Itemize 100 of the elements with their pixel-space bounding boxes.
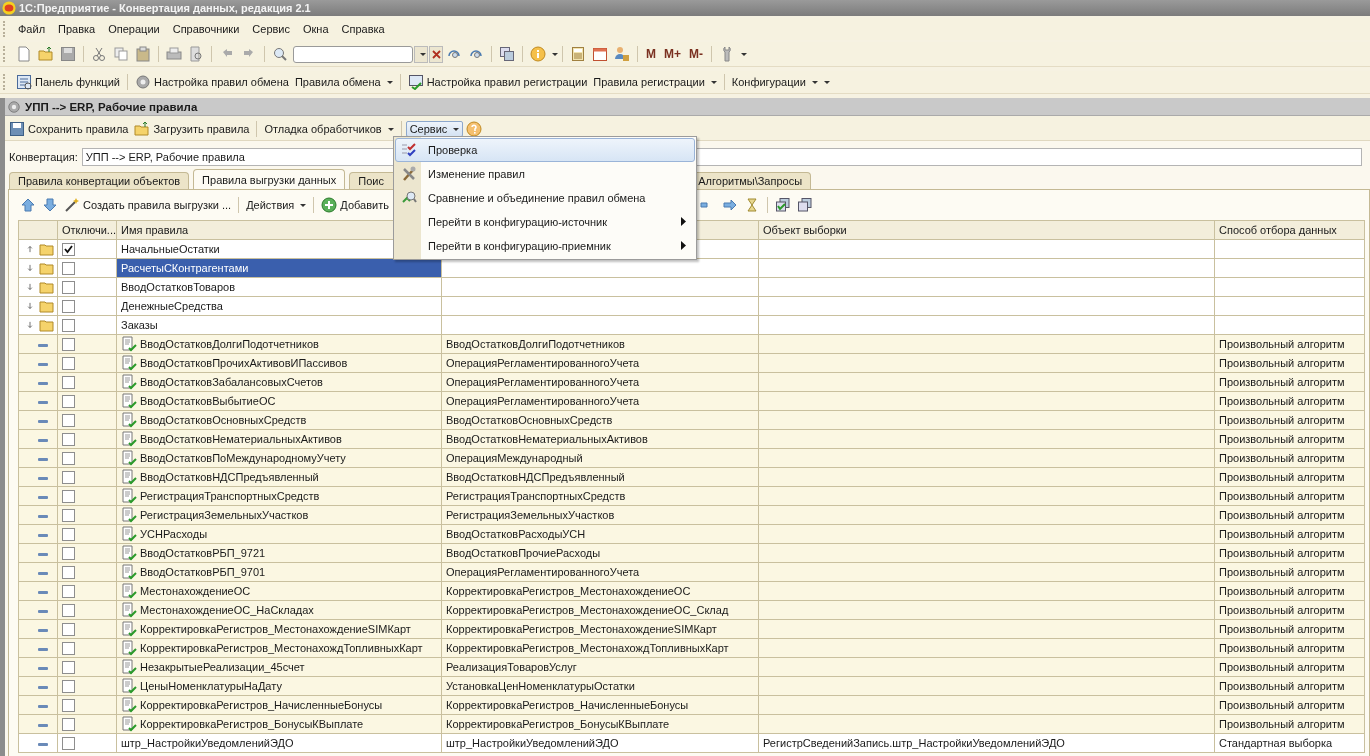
cell-text: ВводОстатковВыбытиеОС [140, 395, 276, 407]
toolbar-button[interactable]: Действия [243, 197, 310, 213]
cell-text: РегистрацияТранспортныхСредств [140, 490, 320, 502]
menu-item[interactable]: Проверка [395, 138, 695, 162]
checkbox[interactable] [62, 375, 75, 389]
search-field[interactable] [293, 45, 413, 63]
memory-button[interactable]: M- [685, 45, 707, 63]
button-label: Отладка обработчиков [264, 123, 382, 135]
memory-button[interactable]: M+ [660, 45, 685, 63]
checkbox[interactable] [62, 280, 75, 294]
document-check-icon [121, 640, 137, 656]
checkbox[interactable] [62, 432, 75, 446]
toolbar-button[interactable]: Загрузить правила [131, 119, 253, 139]
menu-label: Сравнение и объединение правил обмена [427, 192, 646, 204]
document-check-icon [121, 659, 137, 675]
app-logo-icon [2, 1, 16, 15]
tools-icon [401, 166, 417, 182]
cell-text: КорректировкаРегистров_МестонахождениеSIMКарт [140, 623, 411, 635]
menu-label: Изменение правил [427, 168, 525, 180]
button-label: Настройка правил обмена [153, 76, 289, 88]
toolbar-button[interactable]: Панель функций [13, 72, 123, 92]
checkbox[interactable] [62, 470, 75, 484]
cell-text: ВводОстатковПоМеждународномуУчету [140, 452, 346, 464]
folder-icon [134, 121, 151, 137]
memory-button[interactable]: M [642, 45, 660, 63]
checkbox[interactable] [62, 356, 75, 370]
cell-text: МестонахождениеОС [140, 585, 251, 597]
checkbox[interactable] [62, 489, 75, 503]
toolbar-button[interactable]: Правила обмена [291, 74, 396, 90]
checkbox[interactable] [62, 717, 75, 731]
checkbox[interactable] [62, 318, 75, 332]
checkbox[interactable] [62, 584, 75, 598]
cell-text: штр_НастройкиУведомленийЭДО [121, 737, 294, 750]
menu-item[interactable]: Сравнение и объединение правил обмена [395, 186, 695, 210]
button-label: Правила регистрации [593, 76, 705, 88]
checkbox[interactable] [62, 527, 75, 541]
caret-icon [419, 52, 426, 56]
checkbox[interactable] [62, 603, 75, 617]
button-label: Добавить [340, 199, 389, 211]
checkbox[interactable] [62, 679, 75, 693]
checkbox[interactable] [62, 242, 75, 256]
document-check-icon [121, 450, 137, 466]
toolbar-button[interactable]: Добавить [318, 195, 392, 215]
cell-text: ВводОстатковРБП_9721 [140, 547, 266, 559]
button-label: Действия [246, 199, 295, 211]
toolbar-button[interactable]: Настройка правил обмена [131, 72, 292, 92]
column-header[interactable]: Объект выборки [758, 220, 1215, 240]
cell-text: Заказы [121, 319, 158, 332]
toolbar-button[interactable]: Правила регистрации [590, 74, 720, 90]
checkbox[interactable] [62, 546, 75, 560]
column-header[interactable]: Отключи... [57, 220, 117, 240]
cell-text: МестонахождениеОС_НаСкладах [140, 604, 314, 616]
toolbar-button[interactable]: Сервис [405, 121, 464, 137]
checkbox[interactable] [62, 698, 75, 712]
menu-item[interactable]: Окна [298, 21, 334, 37]
toolbar-button[interactable]: Отладка обработчиков [261, 121, 397, 137]
toolbar-button[interactable]: Настройка правил регистрации [404, 72, 591, 92]
document-check-icon [121, 545, 137, 561]
tab[interactable]: Правила выгрузки данных [193, 169, 346, 189]
toolbar-button[interactable]: Создать правила выгрузки ... [61, 195, 235, 215]
button-label: Настройка правил регистрации [426, 76, 588, 88]
menu-item[interactable]: Файл [13, 21, 51, 37]
menu-item[interactable]: Справка [336, 21, 390, 37]
checkbox[interactable] [62, 261, 75, 275]
checkbox[interactable] [62, 565, 75, 579]
clear-button[interactable] [429, 45, 443, 63]
toolbar-button[interactable]: Сохранить правила [6, 119, 132, 139]
button-label: Сохранить правила [28, 123, 129, 135]
button-label: Правила обмена [294, 76, 381, 88]
toolbar-button[interactable]: Конфигурации [728, 74, 821, 90]
button-label: Загрузить правила [153, 123, 250, 135]
checkbox[interactable] [62, 641, 75, 655]
cell-text: ВводОстатковОсновныхСредств [140, 414, 307, 426]
column-header[interactable]: Способ отбора данных [1214, 220, 1365, 240]
menu-item[interactable]: Справочники [167, 21, 245, 37]
cell-text: РасчетыСКонтрагентами [121, 262, 249, 275]
close-icon [431, 49, 441, 59]
checkbox[interactable] [62, 622, 75, 636]
menu-item[interactable]: Операции [103, 21, 165, 37]
cell-text: НезакрытыеРеализации_45счет [140, 661, 305, 673]
document-check-icon [121, 469, 137, 485]
checkbox[interactable] [62, 299, 75, 313]
gear-icon [134, 74, 151, 90]
info-icon[interactable] [527, 44, 549, 64]
cell-text: КорректировкаРегистров_БонусыКВыплате [140, 718, 364, 730]
checkbox[interactable] [62, 394, 75, 408]
add-icon [321, 197, 338, 213]
checkbox[interactable] [62, 451, 75, 465]
checkbox[interactable] [62, 413, 75, 427]
checkbox[interactable] [62, 660, 75, 674]
dropdown-button[interactable] [414, 45, 428, 63]
checkbox[interactable] [62, 508, 75, 522]
document-check-icon [121, 564, 137, 580]
cell-text: КорректировкаРегистров_НачисленныеБонусы [140, 699, 383, 711]
checkbox[interactable] [62, 337, 75, 351]
cell-text: ДенежныеСредства [121, 300, 223, 313]
checkbox[interactable] [62, 736, 75, 750]
tab[interactable]: Правила конвертации объектов [9, 172, 190, 189]
menu-item[interactable]: Сервис [247, 21, 295, 37]
menu-item[interactable]: Правка [53, 21, 101, 37]
